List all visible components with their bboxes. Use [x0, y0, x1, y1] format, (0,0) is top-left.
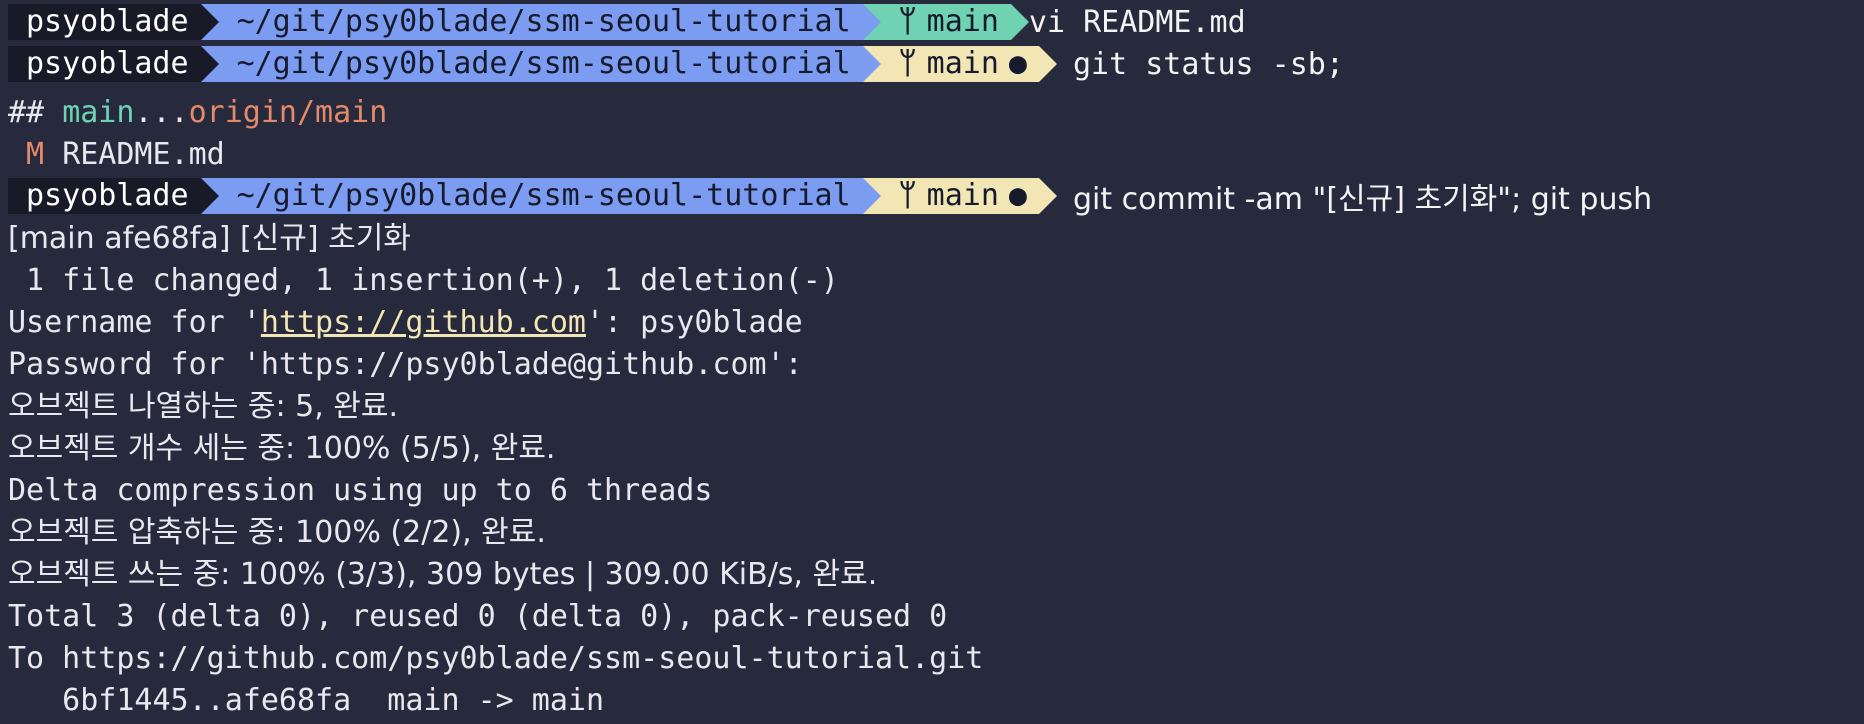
username-prefix: Username for ': [8, 305, 261, 340]
powerline-arrow-icon: [1010, 4, 1029, 40]
powerline-arrow-icon: [200, 4, 219, 40]
status-modified-file: README.md: [62, 137, 225, 172]
prompt-path: ~/git/psy0blade/ssm-seoul-tutorial: [236, 46, 851, 81]
terminal-window[interactable]: psyoblade ~/git/psy0blade/ssm-seoul-tuto…: [0, 0, 1864, 724]
prompt-user-segment: psyoblade: [8, 46, 219, 82]
prompt-path-segment: ~/git/psy0blade/ssm-seoul-tutorial: [200, 46, 881, 82]
status-file-line: M README.md: [8, 134, 225, 176]
dirty-dot-icon: ●: [1008, 46, 1027, 81]
prompt-user: psyoblade: [26, 178, 189, 213]
prompt-user-segment: psyoblade: [8, 4, 219, 40]
powerline-arrow-icon: [1038, 178, 1057, 214]
prompt-command: vi README.md: [1028, 4, 1246, 40]
powerline-arrow-icon: [862, 178, 881, 214]
output-total-line: Total 3 (delta 0), reused 0 (delta 0), p…: [8, 599, 948, 634]
prompt-command: git status -sb;: [1072, 46, 1344, 82]
output-to-line: To https://github.com/psy0blade/ssm-seou…: [8, 641, 984, 676]
output-changes-line: 1 file changed, 1 insertion(+), 1 deleti…: [8, 263, 839, 298]
prompt-path-segment: ~/git/psy0blade/ssm-seoul-tutorial: [200, 4, 881, 40]
git-branch-icon: ᛘ: [898, 46, 917, 81]
status-remote-branch: origin/main: [188, 95, 388, 130]
prompt-user: psyoblade: [26, 4, 189, 39]
powerline-arrow-icon: [200, 178, 219, 214]
git-branch-icon: ᛘ: [898, 4, 917, 39]
prompt-git-segment: ᛘ main ●: [862, 46, 1057, 82]
prompt-user-segment: psyoblade: [8, 178, 219, 214]
prompt-line-3: psyoblade ~/git/psy0blade/ssm-seoul-tuto…: [8, 178, 1652, 217]
status-branch-line: ## main...origin/main: [8, 92, 387, 134]
output-compress-line: 오브젝트 압축하는 중: 100% (2/2), 완료.: [8, 515, 546, 550]
powerline-arrow-icon: [1038, 46, 1057, 82]
prompt-git-segment: ᛘ main: [862, 4, 1029, 40]
git-branch-icon: ᛘ: [898, 178, 917, 213]
status-hash: ##: [8, 95, 63, 130]
powerline-arrow-icon: [862, 46, 881, 82]
status-separator: ...: [134, 95, 189, 130]
prompt-command: git commit -am "[신규] 초기화"; git push: [1072, 182, 1653, 217]
status-modified-flag: M: [8, 137, 63, 172]
prompt-path-segment: ~/git/psy0blade/ssm-seoul-tutorial: [200, 178, 881, 214]
output-count-line: 오브젝트 개수 세는 중: 100% (5/5), 완료.: [8, 431, 556, 466]
prompt-line-1: psyoblade ~/git/psy0blade/ssm-seoul-tuto…: [8, 4, 1246, 40]
prompt-branch: main: [926, 4, 999, 39]
prompt-line-2: psyoblade ~/git/psy0blade/ssm-seoul-tuto…: [8, 46, 1344, 82]
output-username-line: Username for 'https://github.com': psy0b…: [8, 302, 803, 344]
dirty-dot-icon: ●: [1008, 178, 1027, 213]
powerline-arrow-icon: [862, 4, 881, 40]
output-ref-line: 6bf1445..afe68fa main -> main: [8, 683, 605, 718]
powerline-arrow-icon: [200, 46, 219, 82]
output-commit-line: [main afe68fa] [신규] 초기화: [8, 221, 411, 256]
username-suffix: ': psy0blade: [585, 305, 803, 340]
prompt-path: ~/git/psy0blade/ssm-seoul-tutorial: [236, 178, 851, 213]
output-enum-line: 오브젝트 나열하는 중: 5, 완료.: [8, 389, 399, 424]
prompt-user: psyoblade: [26, 46, 189, 81]
output-password-line: Password for 'https://psy0blade@github.c…: [8, 347, 803, 382]
output-delta-line: Delta compression using up to 6 threads: [8, 473, 713, 508]
prompt-branch: main: [926, 178, 999, 213]
prompt-git-segment: ᛘ main ●: [862, 178, 1057, 214]
github-link[interactable]: https://github.com: [261, 305, 586, 340]
prompt-path: ~/git/psy0blade/ssm-seoul-tutorial: [236, 4, 851, 39]
status-local-branch: main: [62, 95, 135, 130]
prompt-branch: main: [926, 46, 999, 81]
output-write-line: 오브젝트 쓰는 중: 100% (3/3), 309 bytes | 309.0…: [8, 557, 878, 592]
